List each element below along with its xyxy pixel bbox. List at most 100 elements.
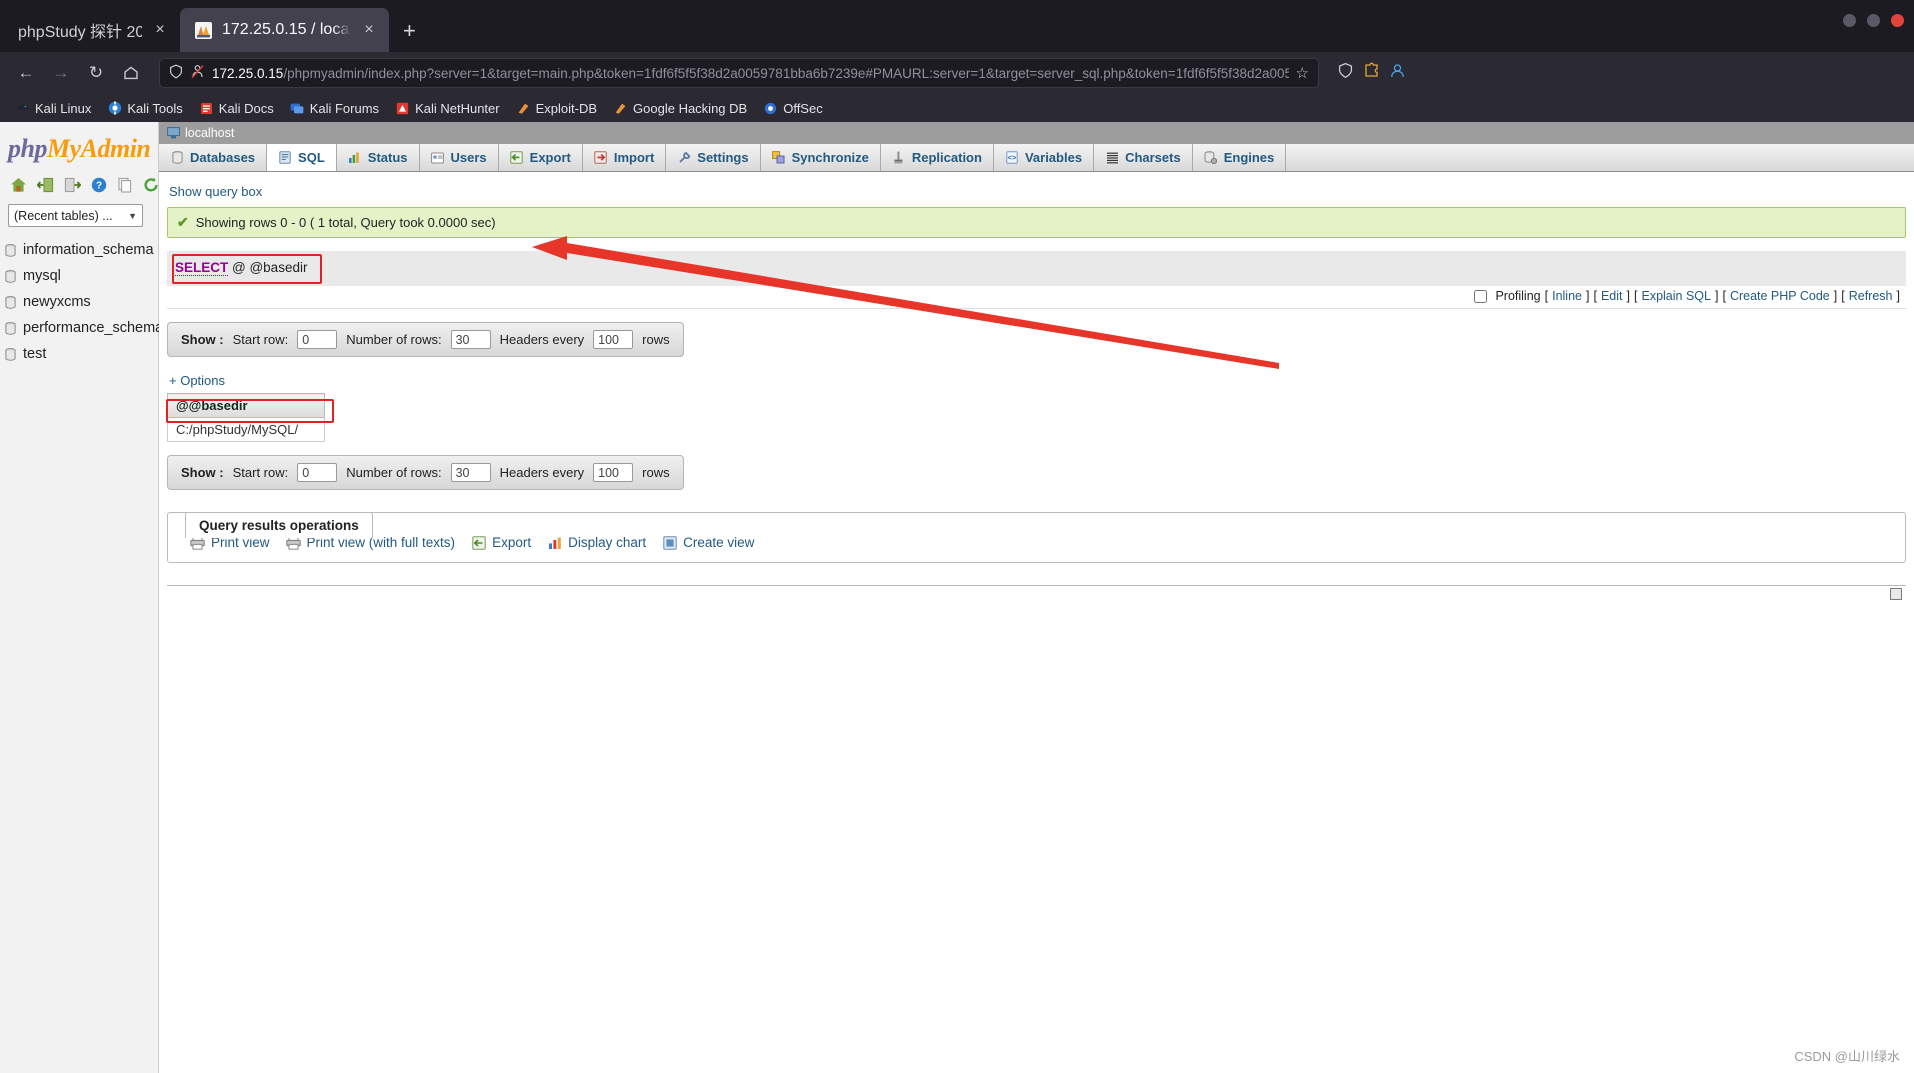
bookmark-kali-forums[interactable]: Kali Forums (283, 98, 386, 119)
tab-label: Export (529, 150, 571, 165)
recent-tables-select[interactable]: (Recent tables) ... ▼ (8, 204, 143, 227)
bookmark-kali-docs[interactable]: Kali Docs (192, 98, 281, 119)
sidebar-item-performance-schema[interactable]: performance_schema (0, 315, 163, 341)
sidebar-item-newyxcms[interactable]: newyxcms (0, 289, 158, 315)
shield-icon[interactable] (169, 64, 183, 82)
tab-label: Synchronize (791, 150, 869, 165)
main-panel: localhost Databases SQL Status Users Exp… (159, 122, 1914, 1073)
bookmark-star-icon[interactable]: ☆ (1296, 64, 1309, 82)
browser-tab-1[interactable]: phpStudy 探针 2014 × (4, 8, 180, 52)
bracket-open-5: [ (1841, 289, 1845, 303)
operation-label: Display chart (568, 535, 647, 550)
tab-engines[interactable]: Engines (1192, 144, 1287, 171)
cell-basedir-value[interactable]: C:/phpStudy/MySQL/ (166, 417, 326, 442)
edit-link[interactable]: Edit (1601, 289, 1623, 303)
tab-sql[interactable]: SQL (267, 144, 337, 171)
sql-query-bar: SELECT @ @basedir (167, 251, 1906, 286)
create-view-link[interactable]: Create view (662, 535, 754, 550)
sidebar-icon-row: ? (0, 166, 158, 202)
bookmark-kali-nethunter[interactable]: Kali NetHunter (388, 98, 507, 119)
reload-icon[interactable]: ↻ (80, 57, 112, 89)
explain-sql-link[interactable]: Explain SQL (1641, 289, 1710, 303)
tab-import[interactable]: Import (582, 144, 667, 171)
operation-label: Create view (683, 535, 755, 550)
url-path: /phpmyadmin/index.php?server=1&target=ma… (283, 65, 1289, 81)
home-icon[interactable] (115, 57, 147, 89)
start-row-label: Start row: (232, 465, 289, 480)
tab-settings[interactable]: Settings (666, 144, 761, 171)
close-icon[interactable]: × (360, 22, 378, 38)
show-query-box-link[interactable]: Show query box (167, 182, 262, 207)
tab-synchronize[interactable]: Synchronize (760, 144, 881, 171)
number-of-rows-input[interactable] (450, 463, 491, 482)
tab-variables[interactable]: <> Variables (993, 144, 1095, 171)
camera-blocked-icon[interactable] (190, 64, 205, 82)
reload-icon[interactable] (143, 176, 159, 193)
replication-icon (892, 151, 906, 165)
logout-icon[interactable] (37, 176, 54, 193)
show-controls-top: Show : Start row: Number of rows: Header… (167, 322, 684, 357)
tab-label: Databases (190, 150, 256, 165)
forward-icon[interactable]: → (45, 57, 77, 89)
tab-replication[interactable]: Replication (880, 144, 994, 171)
create-php-code-link[interactable]: Create PHP Code (1730, 289, 1830, 303)
maximize-button[interactable] (1867, 14, 1880, 27)
phpmyadmin-logo[interactable]: phpMyAdmin (0, 128, 158, 166)
url-bar[interactable]: 172.25.0.15/phpmyadmin/index.php?server=… (159, 58, 1319, 88)
number-of-rows-input[interactable] (450, 330, 491, 349)
tab-export[interactable]: Export (498, 144, 583, 171)
bookmark-kali-tools[interactable]: Kali Tools (100, 98, 189, 119)
tab-label: SQL (298, 150, 325, 165)
tab-bar-filler (1286, 144, 1914, 171)
home-icon[interactable] (10, 176, 27, 193)
account-icon[interactable] (1389, 62, 1406, 84)
display-chart-link[interactable]: Display chart (547, 535, 646, 550)
tab-charsets[interactable]: Charsets (1094, 144, 1193, 171)
operation-label: Export (492, 535, 532, 550)
sidebar-item-mysql[interactable]: mysql (0, 263, 158, 289)
close-window-button[interactable] (1891, 14, 1904, 27)
new-tab-button[interactable]: + (389, 20, 430, 42)
bookmark-google-hacking-db[interactable]: Google Hacking DB (606, 98, 754, 119)
tab-databases[interactable]: Databases (159, 144, 268, 171)
copy-icon[interactable] (117, 176, 133, 193)
bookmark-label: Kali Linux (35, 100, 92, 116)
database-icon (5, 269, 16, 283)
close-icon[interactable]: × (151, 22, 169, 38)
resize-handle-icon[interactable] (1890, 588, 1902, 600)
url-text[interactable]: 172.25.0.15/phpmyadmin/index.php?server=… (212, 66, 1289, 81)
ghdb-icon (613, 101, 628, 116)
profiling-inline-link[interactable]: Inline (1552, 289, 1582, 303)
headers-every-input[interactable] (593, 330, 634, 349)
back-icon[interactable]: ← (10, 57, 42, 89)
tab-users[interactable]: Users (419, 144, 499, 171)
start-row-input[interactable] (297, 330, 338, 349)
minimize-button[interactable] (1843, 14, 1856, 27)
bookmark-kali-linux[interactable]: Kali Linux (8, 98, 98, 119)
start-row-input[interactable] (297, 463, 338, 482)
shield-toolbar-icon[interactable] (1337, 62, 1354, 84)
number-of-rows-label: Number of rows: (346, 332, 442, 347)
help-icon[interactable]: ? (91, 176, 107, 193)
browser-tab-2[interactable]: 172.25.0.15 / localhost | ph × (180, 8, 389, 52)
sql-statement[interactable]: SELECT @ @basedir (175, 260, 307, 276)
window-controls (1843, 14, 1904, 27)
sidebar-item-test[interactable]: test (0, 341, 158, 367)
tools-icon (107, 101, 122, 116)
pma-icon (194, 21, 213, 40)
bookmark-offsec[interactable]: OffSec (756, 98, 830, 119)
tab-label: Charsets (1125, 150, 1181, 165)
headers-every-input[interactable] (593, 463, 634, 482)
export-icon[interactable] (64, 176, 81, 193)
bookmark-label: Exploit-DB (535, 100, 598, 116)
extension-icon[interactable] (1363, 62, 1380, 84)
bracket-open-3: [ (1634, 289, 1638, 303)
tab-status[interactable]: Status (336, 144, 420, 171)
refresh-link[interactable]: Refresh (1849, 289, 1893, 303)
bookmark-exploit-db[interactable]: Exploit-DB (509, 98, 604, 119)
options-toggle-link[interactable]: + Options (169, 373, 225, 388)
column-header-basedir[interactable]: @@basedir (166, 393, 326, 418)
export-operation-link[interactable]: Export (471, 535, 531, 550)
profiling-checkbox[interactable] (1474, 289, 1488, 303)
sidebar-item-information-schema[interactable]: information_schema (0, 237, 158, 263)
